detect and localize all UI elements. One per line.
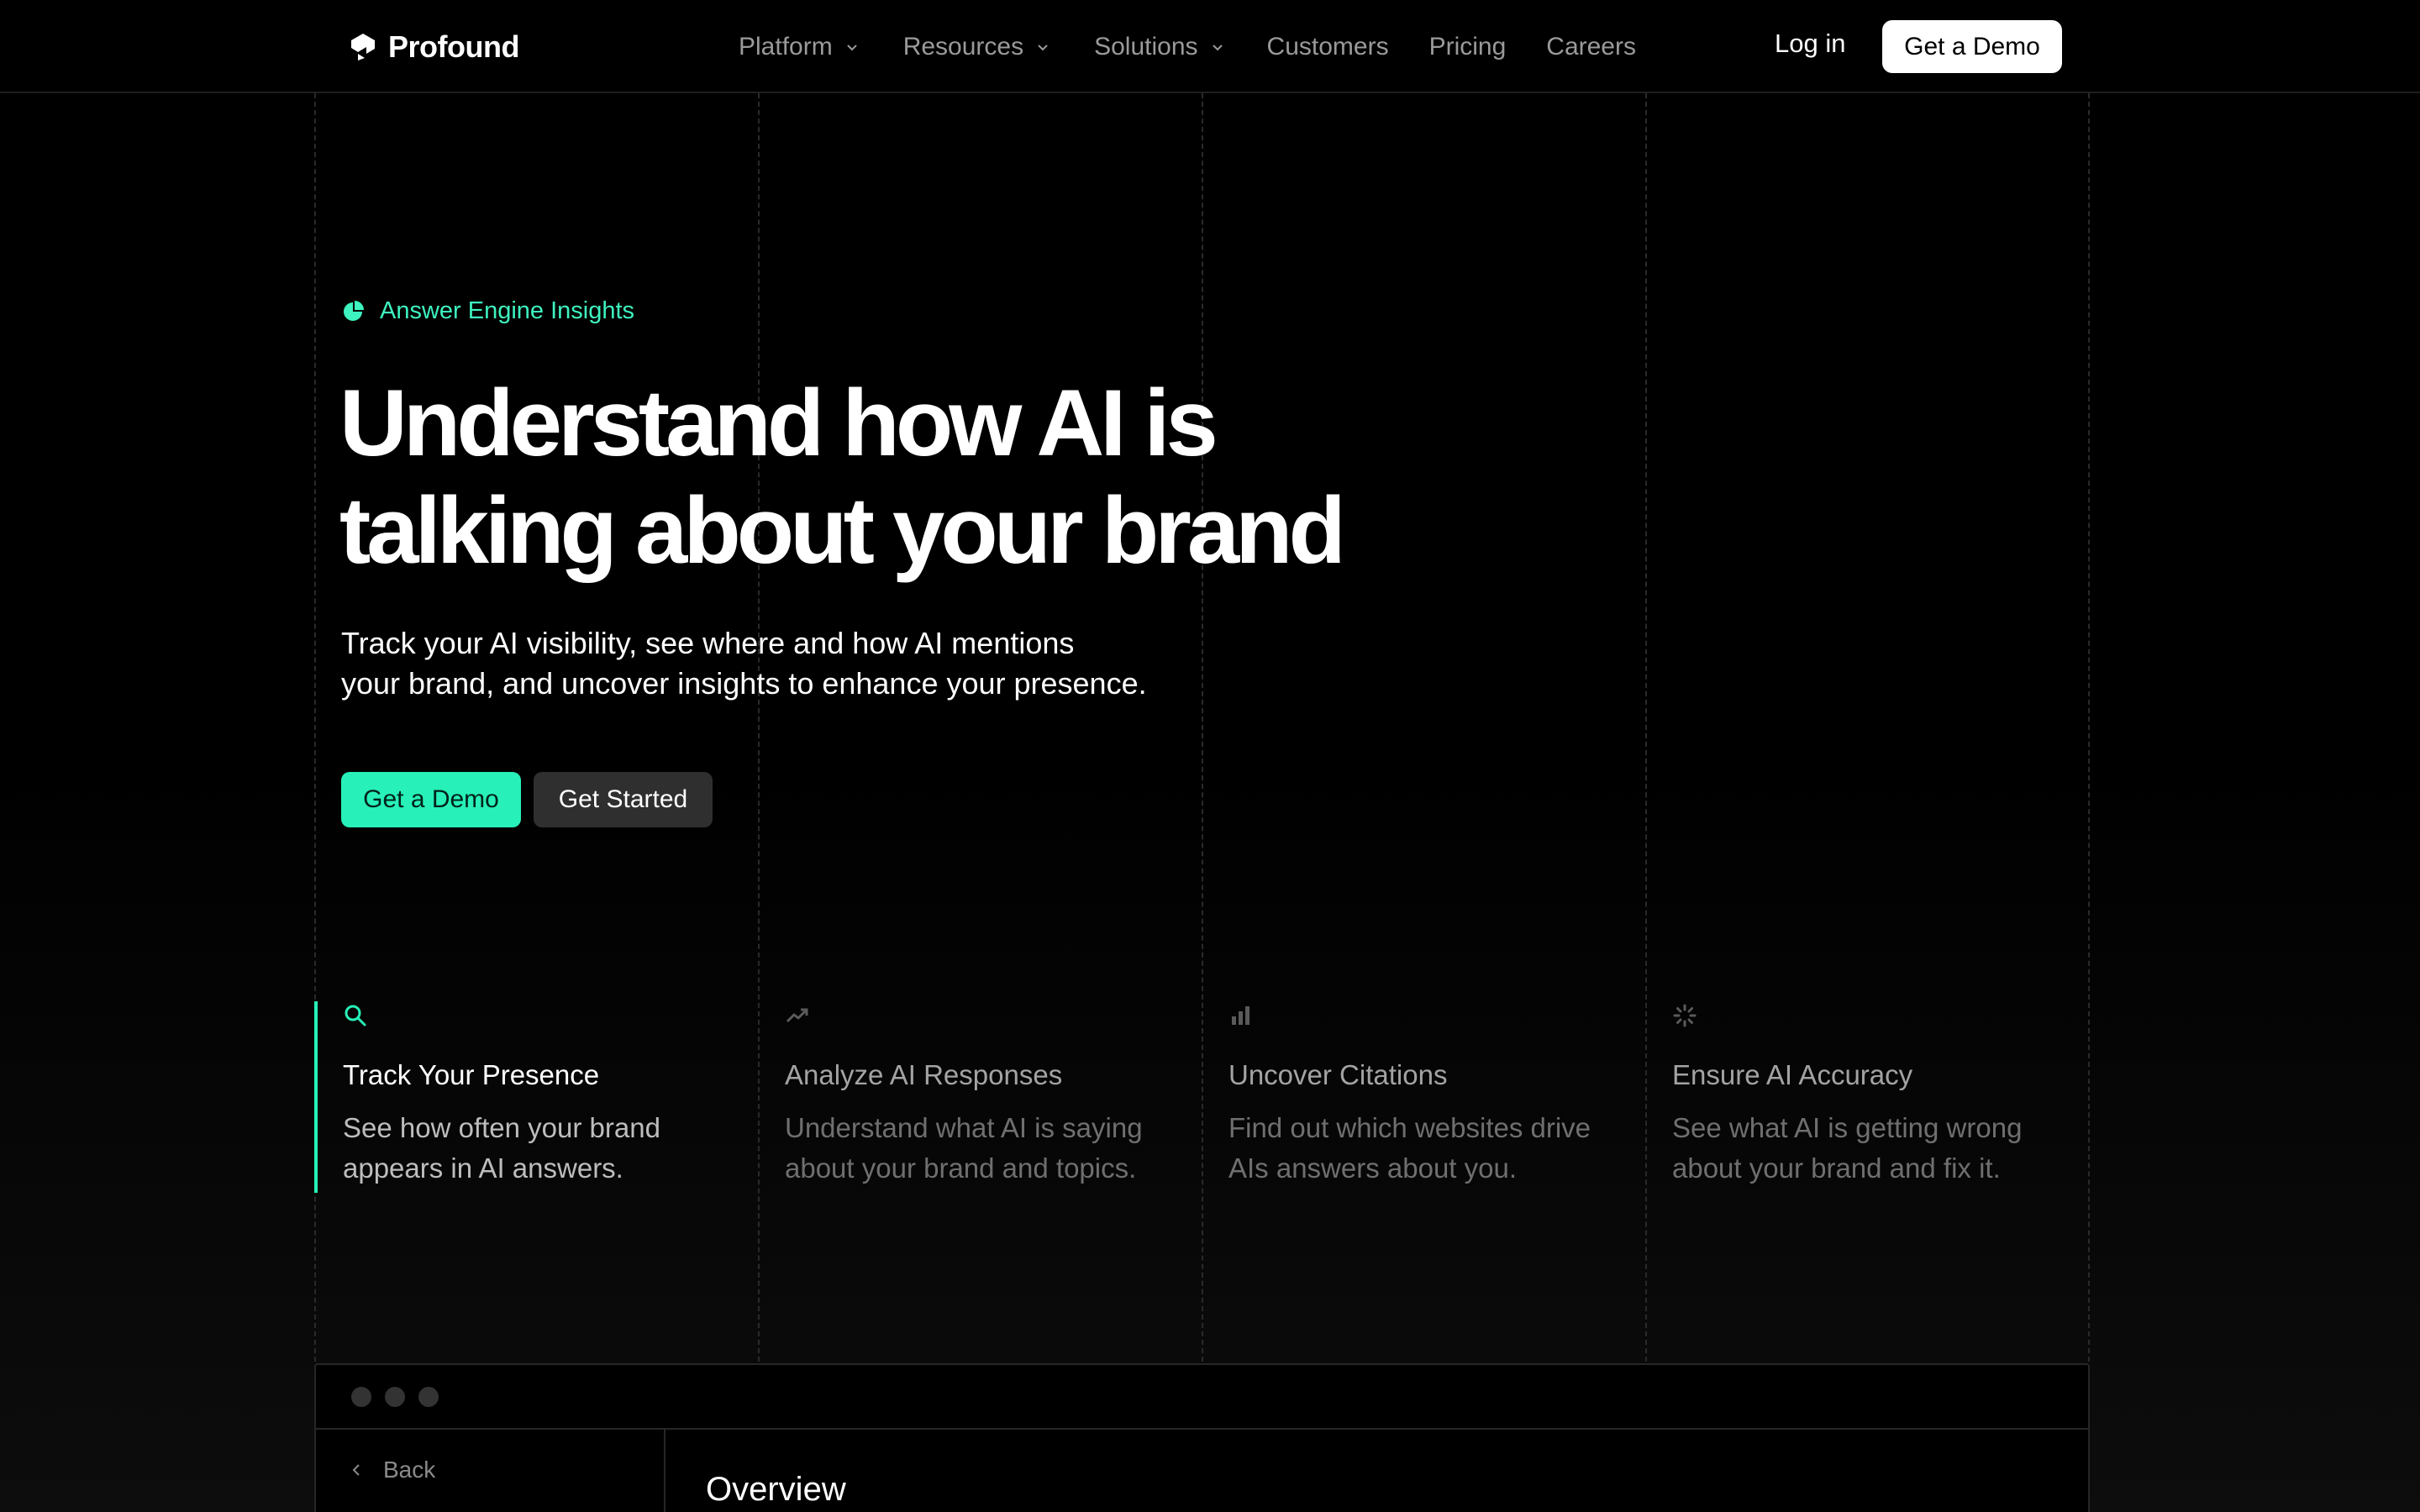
app-sidebar: Back [316,1430,666,1512]
feature-analyze-responses[interactable]: Analyze AI Responses Understand what AI … [760,1001,1171,1193]
back-button[interactable]: Back [350,1457,435,1483]
nav-item-label: Pricing [1428,33,1507,60]
pie-chart-icon [344,300,364,321]
nav-item-label: Careers [1546,33,1636,60]
search-icon [345,1005,366,1026]
headline-line: Understand how AI is [339,370,1218,475]
chevron-down-icon [846,45,857,51]
eyebrow: Answer Engine Insights [341,297,634,325]
brand-name: Profound [388,29,519,64]
chevron-left-icon [352,1464,360,1476]
nav-item-label: Platform [739,33,833,60]
profound-logo-icon [351,34,375,60]
get-demo-button[interactable]: Get a Demo [341,772,521,827]
eyebrow-label: Answer Engine Insights [380,297,635,324]
nav-item-label: Customers [1266,33,1389,60]
feature-track-presence[interactable]: Track Your Presence See how often your b… [314,1001,726,1193]
feature-uncover-citations[interactable]: Uncover Citations Find out which website… [1203,1001,1615,1193]
nav-item-careers[interactable]: Careers [1546,33,1636,61]
hero-headline: Understand how AI is talking about your … [339,370,1348,585]
feature-ensure-accuracy[interactable]: Ensure AI Accuracy See what AI is gettin… [1647,1001,2059,1193]
nav-links: Platform Resources Solutions Customers P… [739,30,1636,64]
page-title: Overview [706,1471,846,1508]
chevron-down-icon [1212,45,1223,51]
back-label: Back [383,1457,436,1483]
hero-subtitle: Track your AI visibility, see where and … [341,623,1223,704]
nav-item-label: Resources [902,33,1024,60]
subtitle-line: Track your AI visibility, see where and … [341,626,1075,660]
subtitle-line: your brand, and uncover insights to enha… [341,666,1147,701]
chevron-down-icon [1038,45,1048,51]
nav-item-solutions[interactable]: Solutions [1094,33,1224,61]
window-titlebar [316,1365,2088,1430]
feature-description: See how often your brand appears in AI a… [343,1112,660,1184]
get-demo-nav-button[interactable]: Get a Demo [1882,20,2062,73]
app-preview-window: Back Overview [314,1363,2090,1512]
feature-description: Understand what AI is saying about your … [785,1112,1143,1184]
headline-line: talking about your brand [339,478,1346,583]
window-dot [351,1386,371,1407]
top-nav: Profound Platform Resources Solutions Cu… [0,0,2420,93]
window-dot [418,1386,439,1407]
feature-description: Find out which websites drive AIs answer… [1228,1112,1591,1184]
trending-up-icon [786,1008,808,1023]
get-started-button[interactable]: Get Started [534,772,713,827]
login-link[interactable]: Log in [1775,29,1845,59]
nav-item-resources[interactable]: Resources [903,33,1050,61]
bar-chart-icon [1232,1006,1249,1025]
feature-title: Analyze AI Responses [785,1059,1063,1090]
feature-title: Uncover Citations [1228,1059,1448,1090]
nav-item-pricing[interactable]: Pricing [1429,33,1507,61]
nav-item-customers[interactable]: Customers [1267,33,1389,61]
grid-line [2088,93,2090,1362]
brand-logo[interactable]: Profound [348,29,519,66]
feature-title: Ensure AI Accuracy [1672,1059,1913,1090]
spinner-icon [1673,1004,1697,1027]
feature-description: See what AI is getting wrong about your … [1672,1112,2023,1184]
window-dot [385,1386,405,1407]
nav-item-label: Solutions [1094,33,1198,60]
nav-item-platform[interactable]: Platform [739,33,860,61]
feature-title: Track Your Presence [343,1059,600,1090]
